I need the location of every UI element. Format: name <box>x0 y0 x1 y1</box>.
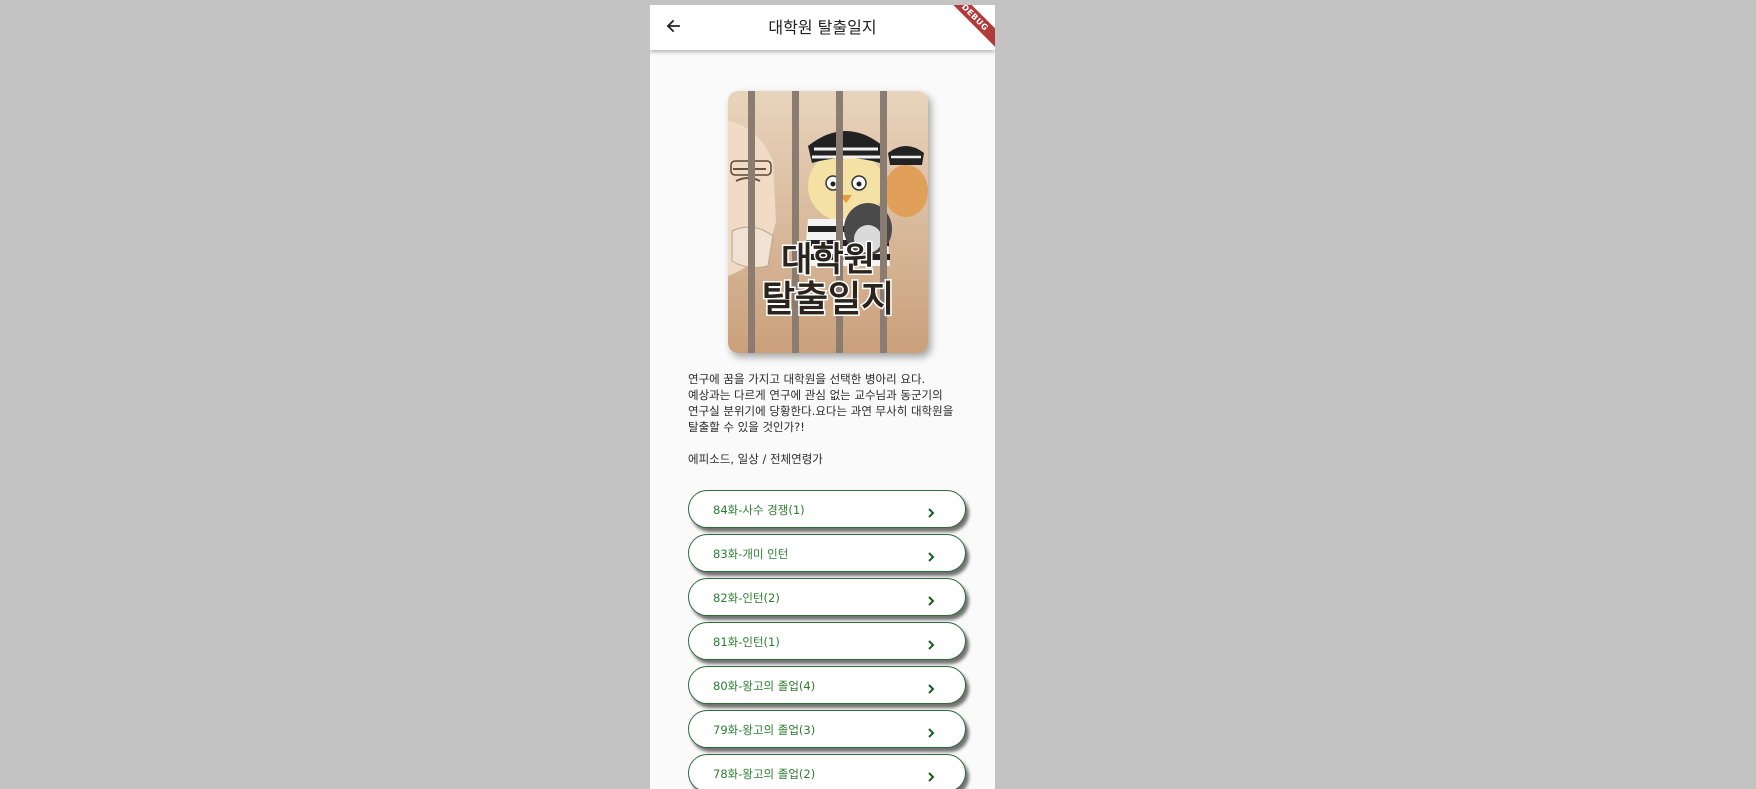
chevron-right-icon <box>925 724 937 738</box>
episode-title: 78화-왕고의 졸업(2) <box>713 767 816 781</box>
episode-button[interactable]: 84화-사수 경쟁(1) <box>688 490 966 528</box>
genre-age-rating: 에피소드, 일상 / 전체연령가 <box>688 452 823 466</box>
episode-title: 79화-왕고의 졸업(3) <box>713 723 816 737</box>
webtoon-cover-image: 대학원 탈출일지 <box>728 91 928 353</box>
debug-banner: DEBUG <box>937 5 995 55</box>
back-button[interactable] <box>658 13 688 43</box>
episode-title: 80화-왕고의 졸업(4) <box>713 679 816 693</box>
chevron-right-icon <box>925 680 937 694</box>
episode-title: 83화-개미 인턴 <box>713 547 789 561</box>
app-bar: 대학원 탈출일지 DEBUG <box>650 5 995 55</box>
cover-title-line1: 대학원 <box>781 240 875 280</box>
webtoon-description: 연구에 꿈을 가지고 대학원을 선택한 병아리 요다.예상과는 다르게 연구에 … <box>688 372 954 434</box>
chevron-right-icon <box>925 636 937 650</box>
episode-button[interactable]: 80화-왕고의 졸업(4) <box>688 666 966 704</box>
page-title: 대학원 탈출일지 <box>768 18 877 37</box>
episode-button[interactable]: 79화-왕고의 졸업(3) <box>688 710 966 748</box>
episode-title: 81화-인턴(1) <box>713 635 780 649</box>
episode-button[interactable]: 82화-인턴(2) <box>688 578 966 616</box>
episode-button[interactable]: 83화-개미 인턴 <box>688 534 966 572</box>
episode-button[interactable]: 78화-왕고의 졸업(2) <box>688 754 966 789</box>
episode-button[interactable]: 81화-인턴(1) <box>688 622 966 660</box>
chevron-right-icon <box>925 592 937 606</box>
cover-title-line2: 탈출일지 <box>762 279 894 320</box>
app-screen: 대학원 탈출일지 DEBUG 대학원 탈출일지 연구에 꿈을 가지고 대학원을 … <box>650 5 995 789</box>
chevron-right-icon <box>925 768 937 782</box>
chevron-right-icon <box>925 504 937 518</box>
episode-title: 82화-인턴(2) <box>713 591 780 605</box>
arrow-left-icon <box>665 18 681 38</box>
chevron-right-icon <box>925 548 937 562</box>
episode-title: 84화-사수 경쟁(1) <box>713 503 805 517</box>
